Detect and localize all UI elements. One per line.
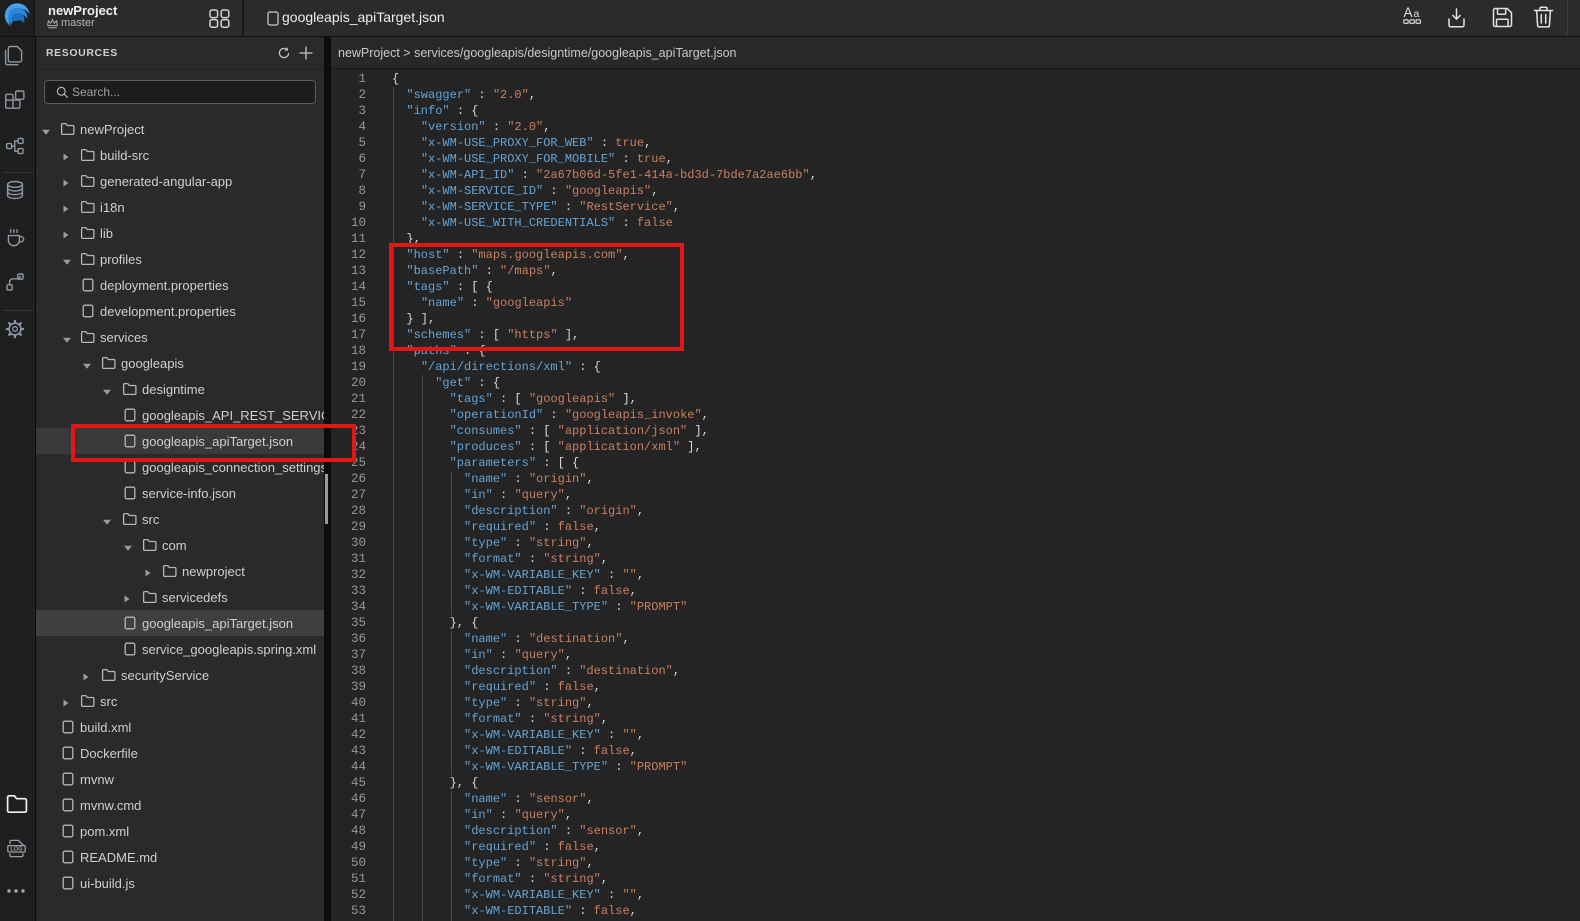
svg-text:a: a	[1414, 8, 1420, 20]
svg-text:A: A	[1404, 5, 1413, 20]
svg-text:LOG: LOG	[10, 846, 22, 852]
